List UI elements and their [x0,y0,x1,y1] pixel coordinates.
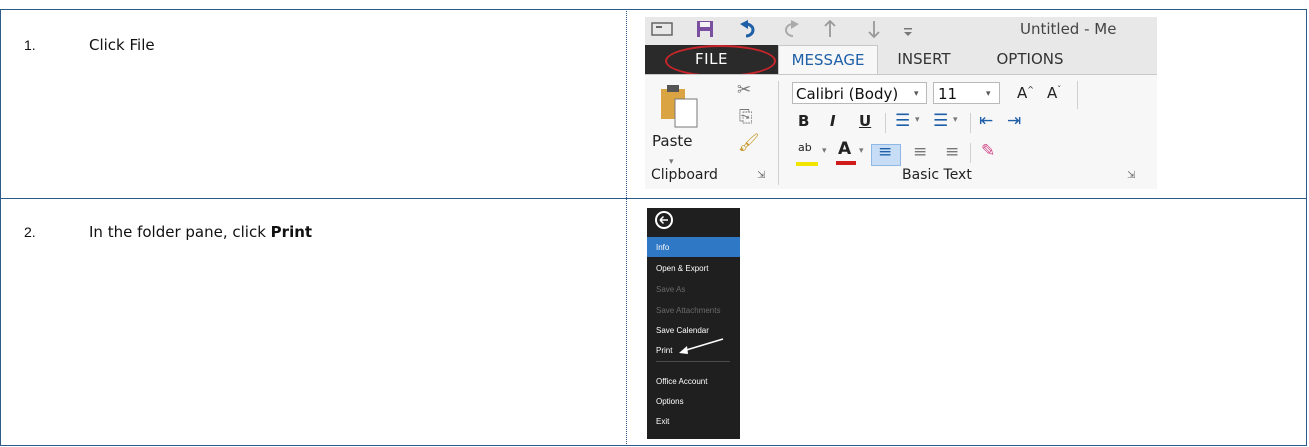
ribbon-screenshot: Untitled - Me FILE MESSAGE INSERT OPTION… [645,17,1157,189]
italic-button[interactable]: I [830,112,836,130]
align-center-icon[interactable]: ≡ [913,142,927,162]
menu-item-save-calendar[interactable]: Save Calendar [656,326,709,335]
font-size-combo[interactable]: 11 ▾ [933,82,1000,104]
menu-item-options[interactable]: Options [656,397,684,406]
underline-button[interactable]: U [859,112,871,130]
increase-indent-icon[interactable]: ⇥ [1007,111,1021,131]
undo-icon[interactable] [739,20,763,43]
email-icon[interactable] [651,19,673,42]
highlight-color-bar [796,162,818,166]
group-separator [970,143,971,163]
group-separator [885,113,886,133]
menu-item-info[interactable]: Info [656,243,669,252]
tab-message[interactable]: MESSAGE [778,45,878,75]
back-arrow-icon[interactable] [655,211,673,229]
chevron-down-icon[interactable]: ▾ [915,115,920,125]
menu-item-exit[interactable]: Exit [656,417,669,426]
redo-icon[interactable] [778,20,800,43]
grow-font-button[interactable]: A^ [1017,84,1034,102]
align-right-icon[interactable]: ≡ [945,142,959,162]
menu-item-save-attachments[interactable]: Save Attachments [656,306,720,315]
paste-icon[interactable] [659,83,701,129]
chevron-down-icon[interactable]: ▾ [914,83,919,105]
shrink-font-button[interactable]: Aˇ [1047,84,1061,102]
backstage-menu-screenshot: Info Open & Export Save As Save Attachme… [647,208,740,439]
highlight-button[interactable]: ab [798,141,812,154]
bold-button[interactable]: B [798,112,809,130]
menu-item-office-account[interactable]: Office Account [656,377,707,386]
group-separator [970,113,971,133]
menu-item-print[interactable]: Print [656,346,672,355]
step-text-plain: In the folder pane, click [89,223,271,241]
font-name-combo[interactable]: Calibri (Body) ▾ [792,82,927,104]
column-divider [626,9,627,446]
copy-icon[interactable]: ⎘ [739,107,753,127]
chevron-down-icon[interactable]: ▾ [986,83,991,105]
tab-insert[interactable]: INSERT [883,45,965,74]
highlight-letters: ab [798,141,812,154]
step-text: Click File [89,36,155,54]
font-color-bar [836,161,856,165]
down-arrow-icon[interactable] [867,20,881,43]
chevron-down-icon[interactable]: ▾ [669,157,674,167]
shrink-font-label: A [1047,84,1058,102]
menu-item-open-export[interactable]: Open & Export [656,264,708,273]
group-label-basic-text: Basic Text [902,167,972,183]
step-text-bold: Print [270,223,313,241]
row-divider [0,198,1307,199]
paste-label[interactable]: Paste [652,132,693,150]
dialog-launcher-icon[interactable]: ⇲ [1127,170,1135,181]
step-number: 1. [24,37,36,53]
bullets-icon[interactable]: ☰ [895,111,910,131]
customize-icon[interactable] [903,23,913,43]
dialog-launcher-icon[interactable]: ⇲ [757,170,765,181]
cut-icon[interactable]: ✂ [737,80,751,100]
up-arrow-icon[interactable] [823,19,837,43]
chevron-down-icon[interactable]: ▾ [859,146,864,156]
highlight-circle [665,45,776,77]
group-separator [1077,81,1078,109]
window-title: Untitled - Me [1020,20,1117,38]
numbering-icon[interactable]: ☰ [933,111,948,131]
clear-formatting-icon[interactable]: ✎ [981,141,995,161]
group-label-clipboard: Clipboard [651,167,718,183]
format-painter-icon[interactable]: 🖌 [738,133,760,153]
save-icon[interactable] [696,20,714,43]
menu-separator [656,361,730,362]
step-text: In the folder pane, click Print [89,223,312,241]
align-left-icon[interactable]: ≡ [878,142,892,162]
ribbon-body: Paste ▾ ✂ ⎘ 🖌 Clipboard ⇲ Calibri (Body)… [645,74,1157,189]
font-size-value: 11 [938,85,958,103]
font-color-button[interactable]: A [838,139,851,159]
font-name-value: Calibri (Body) [796,85,899,103]
pointer-arrow-icon [677,337,727,362]
grow-font-label: A [1017,84,1028,102]
decrease-indent-icon[interactable]: ⇤ [979,111,993,131]
group-separator [778,81,779,185]
tab-options[interactable]: OPTIONS [975,45,1085,74]
menu-item-save-as[interactable]: Save As [656,285,685,294]
chevron-down-icon[interactable]: ▾ [822,146,827,156]
chevron-down-icon[interactable]: ▾ [953,115,958,125]
step-number: 2. [24,224,36,240]
